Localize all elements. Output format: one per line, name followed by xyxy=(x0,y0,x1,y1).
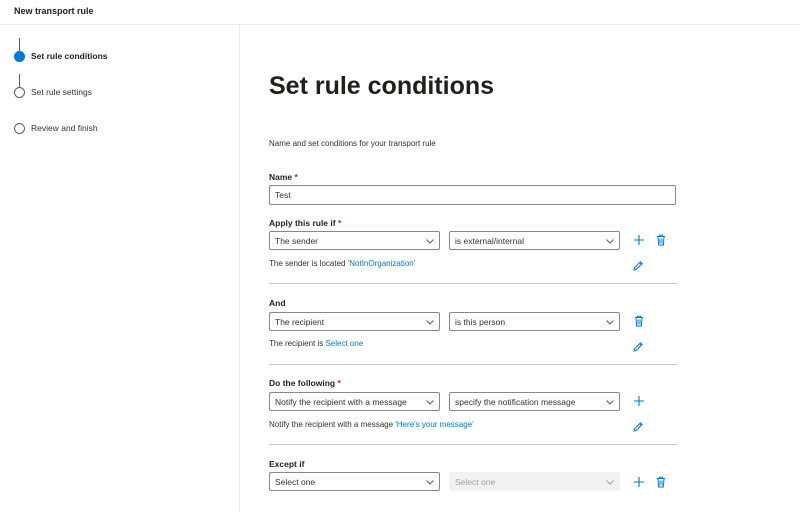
step-indicator xyxy=(14,123,25,134)
select-value: Select one xyxy=(455,477,496,487)
apply-if-label-text: Apply this rule if xyxy=(269,218,336,228)
exception-condition-select[interactable]: Select one xyxy=(269,472,440,491)
delete-icon[interactable] xyxy=(654,475,668,489)
delete-icon[interactable] xyxy=(654,233,668,247)
except-if-label: Except if xyxy=(269,459,304,469)
chevron-down-icon xyxy=(605,397,615,407)
and-label: And xyxy=(269,298,286,308)
delete-icon[interactable] xyxy=(632,314,646,328)
action-summary: Notify the recipient with a message 'Her… xyxy=(269,420,474,429)
name-label-text: Name xyxy=(269,172,293,182)
step-label: Set rule conditions xyxy=(31,51,108,61)
name-label: Name * xyxy=(269,172,298,182)
divider xyxy=(269,283,677,284)
sender-location-link[interactable]: 'NotInOrganization' xyxy=(348,259,416,268)
name-input[interactable]: Test xyxy=(269,185,676,205)
page-title: Set rule conditions xyxy=(269,72,495,100)
apply-if-predicate-select[interactable]: is external/internal xyxy=(449,231,620,250)
step-indicator-active xyxy=(14,51,25,62)
except-if-label-text: Except if xyxy=(269,459,305,469)
divider xyxy=(269,444,677,445)
notification-message-link[interactable]: 'Here's your message' xyxy=(395,420,473,429)
add-icon[interactable] xyxy=(632,233,646,247)
add-icon[interactable] xyxy=(632,394,646,408)
window-title: New transport rule xyxy=(14,6,94,16)
do-following-label-text: Do the following xyxy=(269,378,336,388)
select-value: Select one xyxy=(275,477,316,487)
chevron-down-icon xyxy=(605,236,615,246)
chevron-down-icon xyxy=(425,477,435,487)
chevron-down-icon xyxy=(605,317,615,327)
add-icon[interactable] xyxy=(632,475,646,489)
select-value: The recipient xyxy=(275,317,325,327)
chevron-down-icon xyxy=(425,236,435,246)
select-value: specify the notification message xyxy=(455,397,576,407)
step-indicator xyxy=(14,87,25,98)
apply-if-label: Apply this rule if * xyxy=(269,218,341,228)
page-description: Name and set conditions for your transpo… xyxy=(269,139,436,148)
apply-if-condition-select[interactable]: The sender xyxy=(269,231,440,250)
summary-text: The recipient is xyxy=(269,339,326,348)
step-label: Review and finish xyxy=(31,123,98,133)
divider xyxy=(269,364,677,365)
wizard-steps: Set rule conditions Set rule settings Re… xyxy=(0,25,240,512)
required-mark: * xyxy=(337,378,341,388)
step-label: Set rule settings xyxy=(31,87,92,97)
main-content: Set rule conditions Name and set conditi… xyxy=(241,25,800,512)
edit-icon[interactable] xyxy=(631,420,645,434)
edit-icon[interactable] xyxy=(631,259,645,273)
required-mark: * xyxy=(337,218,342,228)
and-label-text: And xyxy=(269,298,286,308)
and-summary: The recipient is Select one xyxy=(269,339,363,348)
required-mark: * xyxy=(294,172,298,182)
exception-predicate-select: Select one xyxy=(449,472,620,491)
select-value: The sender xyxy=(275,236,318,246)
and-condition-select[interactable]: The recipient xyxy=(269,312,440,331)
chevron-down-icon xyxy=(425,317,435,327)
chevron-down-icon xyxy=(605,477,615,487)
do-following-label: Do the following * xyxy=(269,378,341,388)
summary-text: Notify the recipient with a message xyxy=(269,420,396,429)
apply-if-summary: The sender is located 'NotInOrganization… xyxy=(269,259,415,268)
select-value: is this person xyxy=(455,317,506,327)
action-select[interactable]: Notify the recipient with a message xyxy=(269,392,440,411)
select-value: Notify the recipient with a message xyxy=(275,397,407,407)
summary-text: The sender is located xyxy=(269,259,348,268)
select-value: is external/internal xyxy=(455,236,524,246)
select-recipient-link[interactable]: Select one xyxy=(325,339,363,348)
top-bar: New transport rule xyxy=(0,0,800,25)
and-predicate-select[interactable]: is this person xyxy=(449,312,620,331)
edit-icon[interactable] xyxy=(631,340,645,354)
action-detail-select[interactable]: specify the notification message xyxy=(449,392,620,411)
chevron-down-icon xyxy=(425,397,435,407)
